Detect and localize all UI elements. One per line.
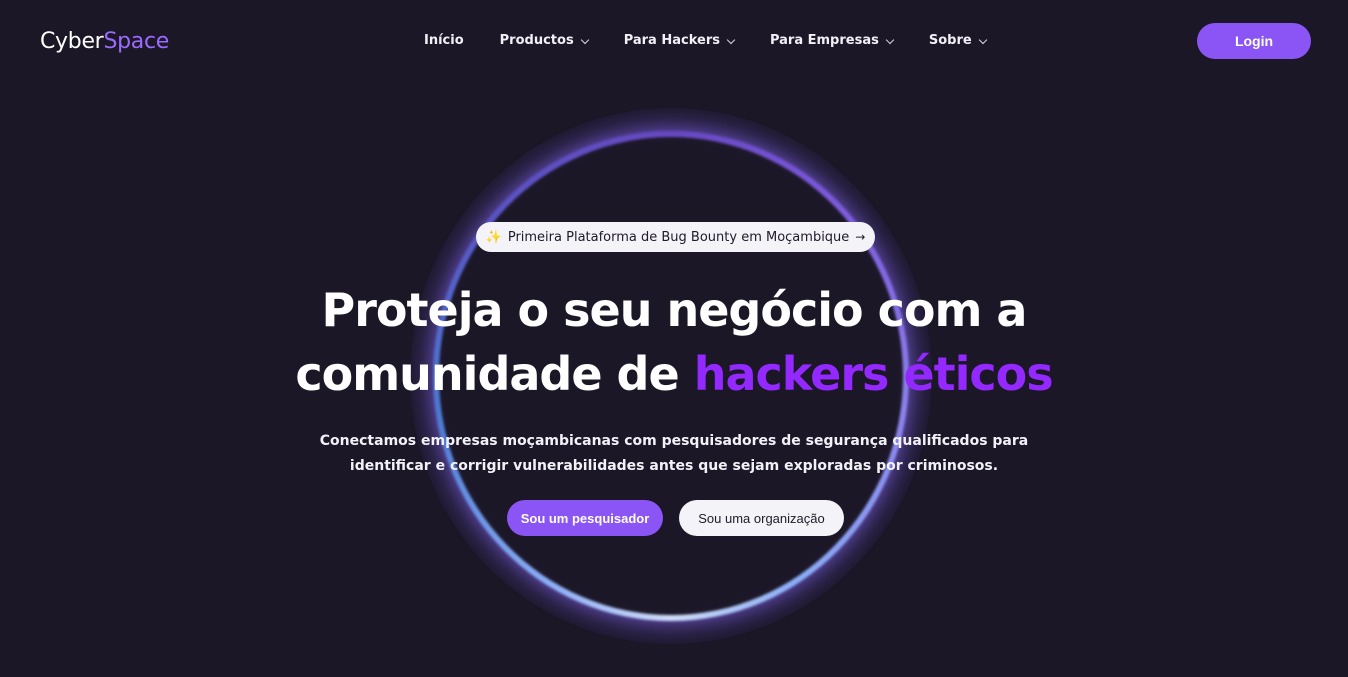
organization-cta-button[interactable]: Sou uma organização: [679, 500, 844, 536]
hero-headline: Proteja o seu negócio com a comunidade d…: [0, 278, 1348, 406]
chevron-down-icon: [580, 35, 589, 44]
nav-label: Sobre: [928, 33, 972, 48]
headline-line-1: Proteja o seu negócio com a: [321, 283, 1028, 337]
top-navigation-bar: CyberSpace Início Productos Para Hackers…: [0, 0, 1348, 82]
arrow-right-icon: →: [855, 230, 866, 244]
nav-label: Productos: [499, 33, 574, 48]
badge-text: Primeira Plataforma de Bug Bounty em Moç…: [507, 229, 850, 245]
subtitle-line-2: identificar e corrigir vulnerabilidades …: [349, 458, 999, 474]
nav-item-para-hackers[interactable]: Para Hackers: [623, 32, 736, 50]
brand-logo[interactable]: CyberSpace: [40, 28, 169, 56]
nav-item-para-empresas[interactable]: Para Empresas: [769, 32, 895, 50]
main-nav: Início Productos Para Hackers Para Empre…: [424, 32, 987, 50]
headline-line-2-accent: hackers éticos: [693, 347, 1054, 401]
nav-item-sobre[interactable]: Sobre: [928, 32, 987, 50]
headline-line-2-plain: comunidade de: [295, 347, 679, 401]
logo-text-cyber: Cyber: [40, 29, 104, 54]
landing-page: CyberSpace Início Productos Para Hackers…: [0, 0, 1348, 677]
chevron-down-icon: [726, 35, 736, 44]
nav-label: Para Hackers: [623, 33, 720, 48]
hero-subtitle: Conectamos empresas moçambicanas com pes…: [0, 429, 1348, 479]
subtitle-line-1: Conectamos empresas moçambicanas com pes…: [319, 433, 1029, 449]
login-button[interactable]: Login: [1197, 23, 1311, 59]
announcement-badge[interactable]: ✨ Primeira Plataforma de Bug Bounty em M…: [476, 222, 875, 252]
nav-label: Início: [424, 33, 464, 48]
chevron-down-icon: [978, 35, 987, 44]
logo-text-space: Space: [103, 29, 169, 54]
researcher-cta-button[interactable]: Sou um pesquisador: [507, 500, 663, 536]
nav-item-productos[interactable]: Productos: [499, 32, 589, 50]
nav-item-inicio[interactable]: Início: [424, 32, 464, 50]
chevron-down-icon: [885, 35, 895, 44]
sparkles-icon: ✨: [485, 229, 502, 245]
nav-label: Para Empresas: [769, 33, 879, 48]
